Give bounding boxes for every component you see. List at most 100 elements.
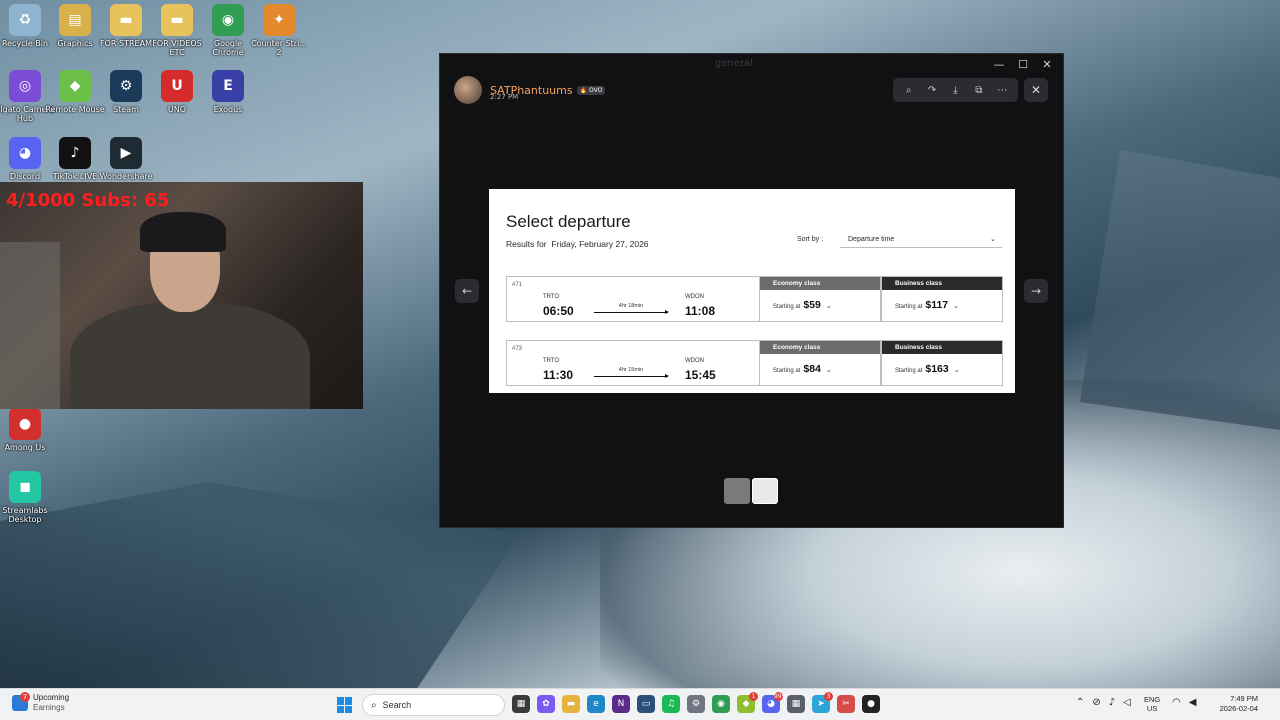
media-toolbar: ⌕ ↷ ⤓ ⧉ ⋯ xyxy=(893,78,1018,102)
minimize-button[interactable]: — xyxy=(987,56,1011,72)
snipping-icon[interactable]: ✂ xyxy=(837,695,855,713)
window-close-button[interactable]: ✕ xyxy=(1035,56,1059,72)
route-arrow xyxy=(594,374,669,378)
depart-time: 06:50 xyxy=(543,304,574,318)
more-icon[interactable]: ⋯ xyxy=(992,85,1012,96)
nzxt-icon[interactable]: N xyxy=(612,695,630,713)
app-icon-9[interactable]: ◆ 1 xyxy=(737,692,758,713)
app-icon: E xyxy=(212,70,244,102)
app-icon: ✦ xyxy=(263,4,295,36)
author-tag: 🔥 OVO xyxy=(576,85,606,95)
speaker-icon[interactable]: ◁ xyxy=(1123,697,1131,708)
wifi-icon[interactable]: ◠ xyxy=(1172,697,1181,708)
webcam-overlay: 4/1000 Subs: 65 xyxy=(0,182,363,409)
settings-icon[interactable]: ⚙ xyxy=(687,695,705,713)
economy-price: Starting at $84 ⌄ xyxy=(773,363,832,375)
copilot-icon[interactable]: ✿ xyxy=(537,695,555,713)
economy-class-option[interactable]: Economy class Starting at $84 ⌄ xyxy=(759,340,881,386)
system-tray: ⌃ ⊘ ♪ ◁ xyxy=(1076,697,1131,708)
network-off-icon[interactable]: ⊘ xyxy=(1092,697,1100,708)
app-icon: ▤ xyxy=(59,4,91,36)
price-prefix: Starting at xyxy=(895,304,923,310)
app-icon: ▬ xyxy=(110,4,142,36)
microphone-icon[interactable]: ♪ xyxy=(1109,697,1115,708)
thumbnail-2[interactable] xyxy=(752,478,778,504)
price-prefix: Starting at xyxy=(895,368,923,374)
business-class-option[interactable]: Business class Starting at $117 ⌄ xyxy=(881,276,1003,322)
start-icon-tile xyxy=(345,705,352,713)
flight-duration: 4hr 15min xyxy=(618,367,644,373)
monitor-app-icon[interactable]: ▭ xyxy=(637,695,655,713)
business-price-value: $117 xyxy=(925,299,949,311)
business-price-value: $163 xyxy=(925,363,949,375)
results-date-value: Friday, February 27, 2026 xyxy=(551,239,649,249)
thumbnail-1[interactable] xyxy=(724,478,750,504)
origin-code: TRTO xyxy=(543,358,560,364)
desktop-icon[interactable]: ◼ Streamlabs Desktop xyxy=(0,471,55,524)
wallpaper-ship xyxy=(1080,150,1280,430)
desktop-icon-label: Streamlabs Desktop xyxy=(2,506,48,524)
window-controls: — ☐ ✕ xyxy=(987,56,1059,72)
business-class-header: Business class xyxy=(882,277,1002,290)
chrome-icon[interactable]: ◉ xyxy=(712,695,730,713)
route-arrow xyxy=(594,310,669,314)
flight-info[interactable]: #73 TRTO 11:30 4hr 15min WDON 15:45 xyxy=(506,340,760,386)
discord-icon[interactable]: ◕ 99+ xyxy=(762,692,787,713)
start-icon-tile xyxy=(345,697,352,705)
widgets-button[interactable]: 7 Upcoming Earnings xyxy=(12,692,70,713)
price-prefix: Starting at xyxy=(773,368,801,374)
close-viewer-button[interactable]: ✕ xyxy=(1024,78,1048,102)
background-channel-hint: general xyxy=(715,58,754,69)
app-icon: ◎ xyxy=(9,70,41,102)
destination-code: WDON xyxy=(685,358,704,364)
file-explorer-icon[interactable]: ▬ xyxy=(562,695,580,713)
chevron-up-icon[interactable]: ⌃ xyxy=(1076,697,1084,708)
download-icon[interactable]: ⤓ xyxy=(945,85,965,96)
maximize-button[interactable]: ☐ xyxy=(1011,56,1035,72)
forward-icon[interactable]: ↷ xyxy=(922,85,942,96)
chevron-down-icon: ⌄ xyxy=(825,303,832,310)
flight-number: #71 xyxy=(512,282,523,288)
sort-select[interactable]: Departure time ⌄ xyxy=(840,231,1002,248)
widget-title: Upcoming xyxy=(33,693,70,702)
language-indicator[interactable]: ENG US xyxy=(1144,695,1160,713)
spotify-icon[interactable]: ♫ xyxy=(662,695,680,713)
clock-time: 7:49 PM xyxy=(1230,694,1258,703)
desktop-icon[interactable]: ✦ Counter Stri... 2 xyxy=(249,4,309,57)
economy-class-header: Economy class xyxy=(760,277,880,290)
economy-class-option[interactable]: Economy class Starting at $59 ⌄ xyxy=(759,276,881,322)
volume-icon[interactable]: ◀ xyxy=(1189,697,1197,708)
avatar[interactable] xyxy=(454,76,482,104)
flight-info[interactable]: #71 TRTO 06:50 4hr 18min WDON 11:08 xyxy=(506,276,760,322)
calculator-icon[interactable]: ▦ xyxy=(787,695,805,713)
next-image-button[interactable]: → xyxy=(1024,279,1048,303)
business-class-option[interactable]: Business class Starting at $163 ⌄ xyxy=(881,340,1003,386)
desktop-icon[interactable]: E Exodus xyxy=(198,70,258,114)
app-icon: ♻ xyxy=(9,4,41,36)
start-button[interactable] xyxy=(337,697,353,713)
desktop-icon[interactable]: ▶ Wondershare xyxy=(96,137,156,181)
clock[interactable]: 7:49 PM 2026-02-04 xyxy=(1208,694,1258,714)
lang-line2: US xyxy=(1146,704,1158,713)
lang-line1: ENG xyxy=(1144,695,1161,704)
chevron-down-icon: ⌄ xyxy=(825,367,832,374)
taskbar-apps: ▦ ✿ ▬ e N ▭ ♫ ⚙ ◉ ◆ 1 ◕ 99+ ▦ ➤ 3 ✂ ● xyxy=(512,692,880,713)
open-external-icon[interactable]: ⧉ xyxy=(969,85,989,96)
edge-icon[interactable]: e xyxy=(587,695,605,713)
app-icon: ▶ xyxy=(110,137,142,169)
app-icon: ▬ xyxy=(161,4,193,36)
taskbar-search[interactable]: ⌕ Search xyxy=(362,694,505,716)
message-timestamp: 2:27 PM xyxy=(490,93,519,101)
desktop-icon-label: Wondershare xyxy=(99,172,153,181)
flight-selection-image: Select departure Results for Friday, Feb… xyxy=(489,189,1015,393)
media-viewer-window: general — ☐ ✕ SATPhantuums 🔥 OVO 2:27 PM… xyxy=(439,53,1064,528)
previous-image-button[interactable]: ← xyxy=(455,279,479,303)
app-icon-15[interactable]: ● xyxy=(862,695,880,713)
thumbnail-strip xyxy=(724,478,778,504)
zoom-icon[interactable]: ⌕ xyxy=(899,85,919,96)
widget-subtitle: Earnings xyxy=(33,703,65,712)
desktop-icon[interactable]: ● Among Us xyxy=(0,408,55,452)
task-view-icon[interactable]: ▦ xyxy=(512,695,530,713)
business-class-header: Business class xyxy=(882,341,1002,354)
telegram-icon[interactable]: ➤ 3 xyxy=(812,692,833,713)
